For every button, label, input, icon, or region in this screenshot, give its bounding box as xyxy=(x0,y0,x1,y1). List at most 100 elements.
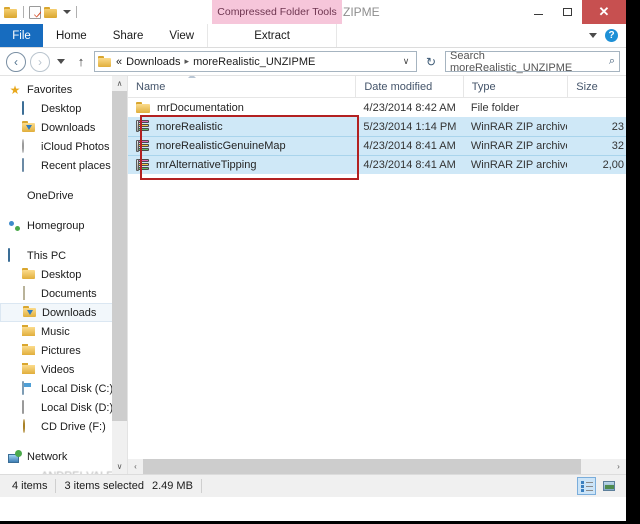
sidebar-item-cd-drive-f[interactable]: CD Drive (F:) xyxy=(0,417,127,436)
sidebar-item-label: Music xyxy=(41,325,70,338)
navigation-pane-scrollbar[interactable]: ∧ ∨ xyxy=(112,76,127,474)
sidebar-item-label: Favorites xyxy=(27,83,73,96)
sidebar-item-favorites[interactable]: ★ Favorites xyxy=(0,80,127,99)
details-view-button[interactable] xyxy=(577,477,596,495)
breadcrumb-item-downloads[interactable]: Downloads xyxy=(126,56,180,68)
hard-drive-icon xyxy=(22,399,36,415)
selection-size-label: 2.49 MB xyxy=(151,480,193,492)
folder-icon xyxy=(136,101,151,114)
minimize-ribbon-chevron-down-icon[interactable] xyxy=(589,33,597,38)
hscrollbar-thumb[interactable] xyxy=(143,459,581,474)
scroll-up-arrow-icon[interactable]: ∧ xyxy=(112,76,127,91)
ribbon-right-controls: ? xyxy=(589,24,626,47)
breadcrumb-separator[interactable]: ▸ xyxy=(185,56,190,67)
address-dropdown-chevron-down-icon[interactable]: ∨ xyxy=(399,56,413,67)
winrar-archive-icon xyxy=(136,158,150,172)
sidebar-item-network[interactable]: Network xyxy=(0,447,127,466)
address-field[interactable]: « Downloads ▸ moreRealistic_UNZIPME ∨ xyxy=(94,51,417,72)
sidebar-item-network-computer[interactable]: ANDREI-VALENT xyxy=(0,466,127,475)
sidebar-item-downloads-fav[interactable]: Downloads xyxy=(0,118,127,137)
minimize-button[interactable] xyxy=(524,0,553,24)
sidebar-item-videos[interactable]: Videos xyxy=(0,360,127,379)
network-icon xyxy=(8,450,22,463)
scrollbar-track[interactable] xyxy=(112,91,127,459)
sidebar-item-label: Network xyxy=(27,450,68,463)
new-folder-icon[interactable] xyxy=(44,6,58,18)
breadcrumb-item-current[interactable]: moreRealistic_UNZIPME xyxy=(193,56,315,68)
sidebar-item-desktop[interactable]: Desktop xyxy=(0,265,127,284)
scroll-down-arrow-icon[interactable]: ∨ xyxy=(112,459,127,474)
breadcrumb: « Downloads ▸ moreRealistic_UNZIPME xyxy=(116,56,395,68)
maximize-button[interactable] xyxy=(553,0,582,24)
table-row[interactable]: moreRealistic 5/23/2014 1:14 PM WinRAR Z… xyxy=(128,117,626,136)
hard-drive-icon xyxy=(22,380,36,396)
table-row[interactable]: moreRealisticGenuineMap 4/23/2014 8:41 A… xyxy=(128,136,626,155)
sidebar-item-local-disk-d[interactable]: Local Disk (D:) xyxy=(0,398,127,417)
sidebar-item-icloud-photos[interactable]: iCloud Photos xyxy=(0,137,127,156)
sidebar-item-onedrive[interactable]: OneDrive xyxy=(0,186,127,205)
sidebar-item-pictures[interactable]: Pictures xyxy=(0,341,127,360)
search-placeholder: Search moreRealistic_UNZIPME xyxy=(450,49,573,74)
qat-divider xyxy=(23,6,24,18)
tab-view[interactable]: View xyxy=(156,24,207,47)
hscrollbar-track[interactable] xyxy=(143,459,611,474)
sidebar-item-homegroup[interactable]: Homegroup xyxy=(0,216,127,235)
downloads-folder-icon xyxy=(23,306,37,320)
sidebar-item-label: Documents xyxy=(41,287,97,300)
star-icon: ★ xyxy=(9,82,21,97)
scrollbar-thumb[interactable] xyxy=(112,91,127,421)
large-icons-view-icon xyxy=(602,481,615,491)
column-header-type[interactable]: Type xyxy=(462,76,568,98)
file-list-horizontal-scrollbar[interactable]: ‹ › xyxy=(128,459,626,474)
sidebar-item-downloads[interactable]: Downloads xyxy=(0,303,127,322)
cell-type: WinRAR ZIP archive xyxy=(470,159,568,171)
details-view-icon xyxy=(580,480,593,492)
recent-places-icon xyxy=(22,157,36,173)
sidebar-item-desktop-fav[interactable]: Desktop xyxy=(0,99,127,118)
up-button[interactable]: ↑ xyxy=(72,52,90,72)
scroll-right-arrow-icon[interactable]: › xyxy=(611,459,626,474)
homegroup-icon xyxy=(8,219,22,233)
table-row[interactable]: mrDocumentation 4/23/2014 8:42 AM File f… xyxy=(128,98,626,117)
search-input[interactable]: Search moreRealistic_UNZIPME ⌕ xyxy=(445,49,620,74)
column-header-name[interactable]: Name xyxy=(128,76,355,98)
forward-button[interactable]: › xyxy=(30,51,50,72)
sidebar-gap-2 xyxy=(0,205,127,216)
file-name-label: mrDocumentation xyxy=(157,101,244,114)
tab-file[interactable]: File xyxy=(0,24,43,47)
onedrive-icon xyxy=(8,189,22,203)
recent-locations-chevron-down-icon[interactable] xyxy=(54,52,68,72)
cell-type: File folder xyxy=(470,101,520,114)
help-icon[interactable]: ? xyxy=(605,29,618,42)
tab-extract[interactable]: Extract xyxy=(207,24,338,47)
sidebar-item-recent-places[interactable]: Recent places xyxy=(0,156,127,175)
tab-share[interactable]: Share xyxy=(100,24,157,47)
large-icons-view-button[interactable] xyxy=(599,477,618,495)
folder-icon[interactable] xyxy=(4,6,18,18)
qat-chevron-down-icon[interactable] xyxy=(63,10,71,14)
cd-drive-icon xyxy=(22,418,36,434)
cell-name: mrDocumentation xyxy=(128,101,355,114)
sidebar-item-label: Downloads xyxy=(42,306,97,319)
sidebar-item-this-pc[interactable]: This PC xyxy=(0,246,127,265)
column-header-size[interactable]: Size xyxy=(567,76,626,98)
sidebar-item-music[interactable]: Music xyxy=(0,322,127,341)
properties-icon[interactable] xyxy=(29,5,41,19)
tab-home[interactable]: Home xyxy=(43,24,100,47)
music-folder-icon xyxy=(22,325,36,339)
close-button[interactable]: ✕ xyxy=(582,0,626,24)
column-header-date-modified[interactable]: Date modified xyxy=(355,76,462,98)
refresh-button[interactable]: ↻ xyxy=(421,51,441,72)
window-controls: ✕ xyxy=(524,0,626,24)
table-row[interactable]: mrAlternativeTipping 4/23/2014 8:41 AM W… xyxy=(128,155,626,174)
breadcrumb-prefix: « xyxy=(116,55,123,68)
back-button[interactable]: ‹ xyxy=(6,51,26,72)
pictures-folder-icon xyxy=(22,344,36,358)
scroll-left-arrow-icon[interactable]: ‹ xyxy=(128,459,143,474)
sidebar-item-local-disk-c[interactable]: Local Disk (C:) xyxy=(0,379,127,398)
winrar-archive-icon xyxy=(136,139,150,153)
downloads-folder-icon xyxy=(22,121,36,135)
sidebar-item-documents[interactable]: Documents xyxy=(0,284,127,303)
cell-type: WinRAR ZIP archive xyxy=(470,140,568,152)
navigation-pane: ★ Favorites Desktop Downloads iCloud Pho… xyxy=(0,76,127,474)
